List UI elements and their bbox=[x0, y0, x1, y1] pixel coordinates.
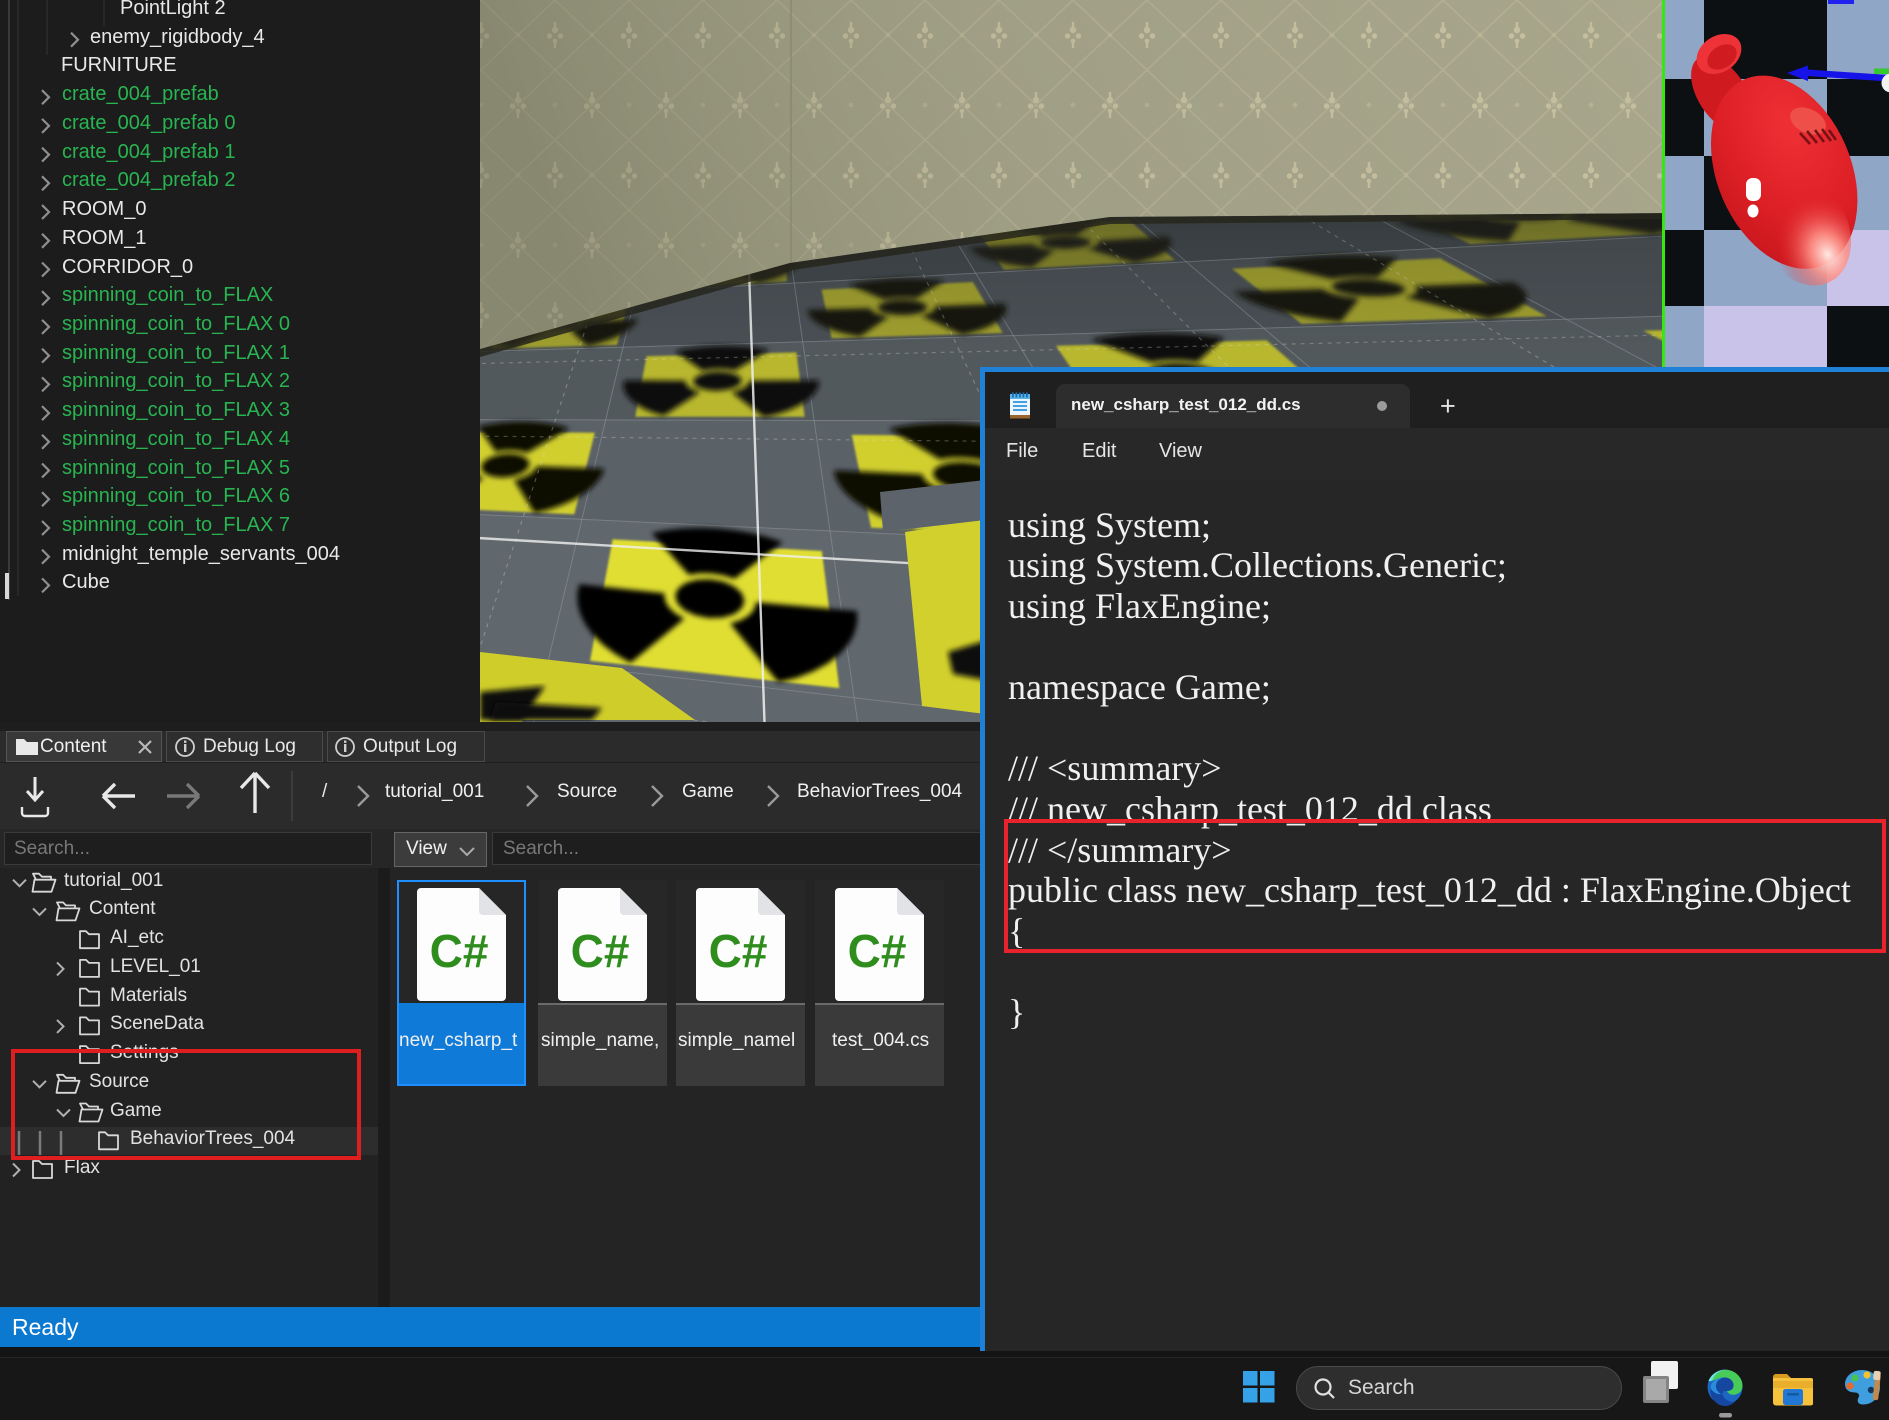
svg-text:C#: C# bbox=[709, 925, 768, 977]
svg-text:C#: C# bbox=[430, 925, 489, 977]
svg-text:C#: C# bbox=[848, 925, 907, 977]
svg-text:C#: C# bbox=[571, 925, 630, 977]
